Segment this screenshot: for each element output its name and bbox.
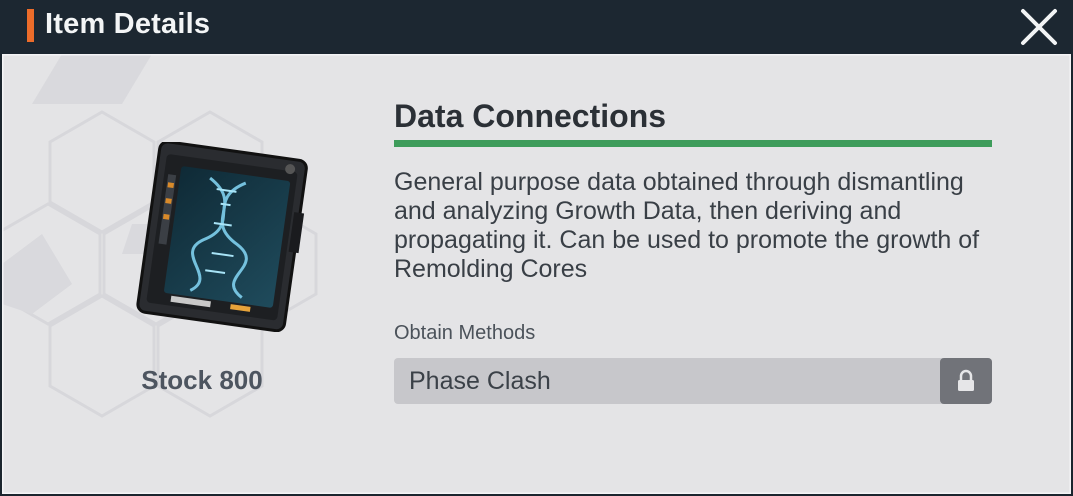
lock-icon [958,369,974,391]
item-name: Data Connections [394,98,667,134]
item-details-dialog: Item Details Stock 800 Data Connections … [0,0,1073,496]
obtain-methods-label: Obtain Methods [394,322,536,344]
item-name-underline [394,140,992,147]
title-bar: Item Details [0,0,1073,54]
stock-label: Stock [141,365,213,395]
lock-button[interactable] [940,358,992,404]
obtain-method-phase-clash[interactable]: Phase Clash [394,358,992,404]
close-button[interactable] [1016,4,1062,50]
item-description: General purpose data obtained through di… [394,168,980,283]
dialog-title: Item Details [45,8,211,40]
item-details-panel: Stock 800 Data Connections General purpo… [2,54,1071,494]
title-accent-bar [27,9,34,42]
stock-value: 800 [219,365,263,395]
data-tablet-dna-icon [136,142,308,332]
obtain-method-name: Phase Clash [409,367,551,395]
close-icon [1021,9,1057,45]
stock-count: Stock 800 [62,365,342,396]
